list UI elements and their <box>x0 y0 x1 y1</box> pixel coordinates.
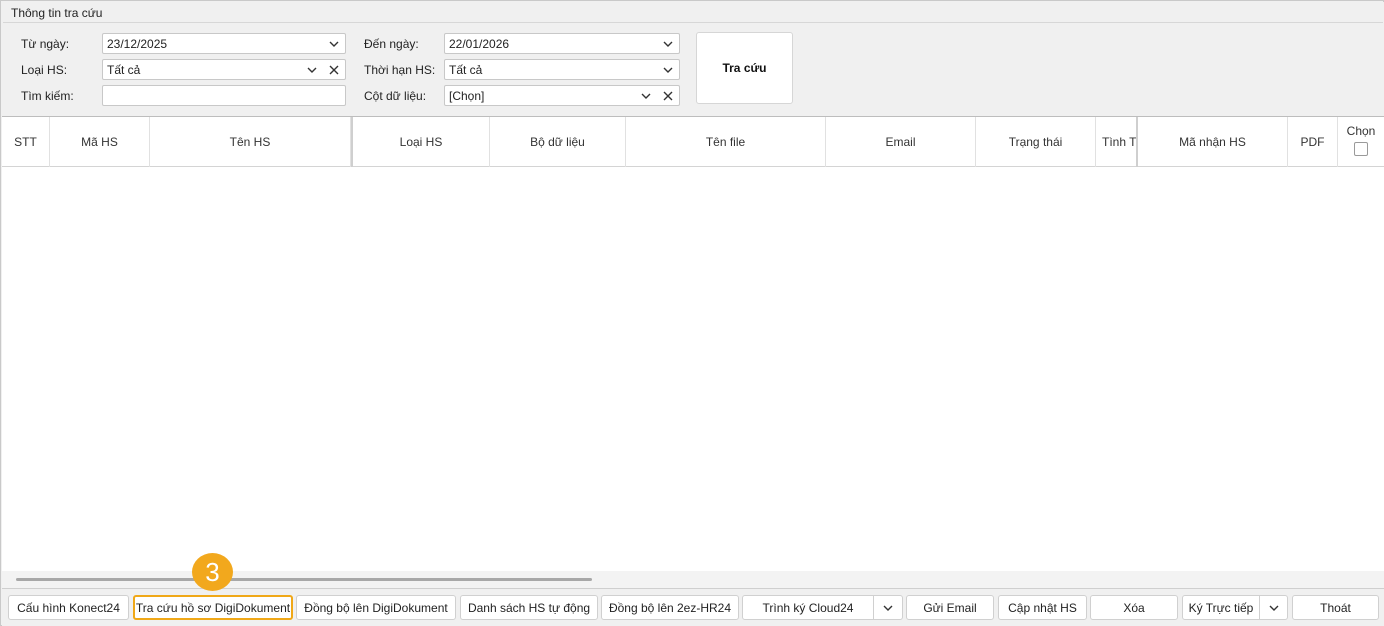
exit-button[interactable]: Thoát <box>1292 595 1379 620</box>
data-grid: STT Mã HS Tên HS Loại HS Bộ dữ liệu Tên … <box>2 117 1384 588</box>
column-header-bo-du-lieu[interactable]: Bộ dữ liệu <box>490 117 626 167</box>
from-date-value: 23/12/2025 <box>107 37 168 51</box>
select-column-label: Chọn <box>1346 124 1376 138</box>
from-date-picker[interactable]: 23/12/2025 <box>102 33 346 54</box>
step-badge: 3 <box>192 553 233 591</box>
grid-header: STT Mã HS Tên HS Loại HS Bộ dữ liệu Tên … <box>2 117 1384 167</box>
auto-list-button[interactable]: Danh sách HS tự động <box>460 595 598 620</box>
chevron-down-icon <box>883 605 893 611</box>
update-hs-button[interactable]: Cập nhật HS <box>998 595 1087 620</box>
direct-sign-button[interactable]: Ký Trực tiếp <box>1182 595 1260 620</box>
window: Thông tin tra cứu Từ ngày: 23/12/2025 Đế… <box>0 0 1384 626</box>
column-header-chon: Chọn <box>1338 117 1384 167</box>
send-email-button[interactable]: Gửi Email <box>906 595 994 620</box>
chevron-down-icon[interactable] <box>305 63 319 77</box>
close-icon[interactable] <box>661 89 675 103</box>
type-value: Tất cả <box>107 63 141 77</box>
direct-sign-dropdown[interactable] <box>1260 595 1288 620</box>
search-digidokument-button[interactable]: Tra cứu hồ sơ DigiDokument <box>133 595 293 620</box>
to-date-picker[interactable]: 22/01/2026 <box>444 33 680 54</box>
term-value: Tất cả <box>449 63 483 77</box>
term-select[interactable]: Tất cả <box>444 59 680 80</box>
konect24-config-button[interactable]: Cấu hình Konect24 <box>8 595 129 620</box>
search-button[interactable]: Tra cứu <box>696 32 793 104</box>
type-label: Loại HS: <box>21 63 68 77</box>
term-label: Thời hạn HS: <box>364 63 436 77</box>
delete-button[interactable]: Xóa <box>1090 595 1178 620</box>
chevron-down-icon[interactable] <box>639 89 653 103</box>
column-header-loai-hs[interactable]: Loại HS <box>351 117 490 167</box>
sign-cloud24-dropdown[interactable] <box>874 595 903 620</box>
bottom-toolbar: Cấu hình Konect24 Tra cứu hồ sơ DigiDoku… <box>2 588 1384 626</box>
panel-title: Thông tin tra cứu <box>11 6 103 20</box>
sync-2ez-hr24-button[interactable]: Đồng bộ lên 2ez-HR24 <box>601 595 739 620</box>
column-header-ma-hs[interactable]: Mã HS <box>50 117 150 167</box>
column-header-email[interactable]: Email <box>826 117 976 167</box>
to-date-value: 22/01/2026 <box>449 37 510 51</box>
column-select[interactable]: [Chọn] <box>444 85 680 106</box>
sign-cloud24-button[interactable]: Trình ký Cloud24 <box>742 595 874 620</box>
search-input-field[interactable] <box>102 85 346 106</box>
scrollbar-thumb[interactable] <box>16 578 592 581</box>
to-date-label: Đến ngày: <box>364 37 419 51</box>
search-label: Tìm kiếm: <box>21 89 74 103</box>
type-select[interactable]: Tất cả <box>102 59 346 80</box>
chevron-down-icon[interactable] <box>661 63 675 77</box>
sync-digidokument-button[interactable]: Đồng bộ lên DigiDokument <box>296 595 456 620</box>
select-all-checkbox[interactable] <box>1354 142 1368 156</box>
close-icon[interactable] <box>327 63 341 77</box>
search-input[interactable] <box>103 86 345 105</box>
column-header-ma-nhan-hs[interactable]: Mã nhận HS <box>1136 117 1288 167</box>
chevron-down-icon[interactable] <box>661 37 675 51</box>
chevron-down-icon <box>1269 605 1278 611</box>
from-date-label: Từ ngày: <box>21 37 70 51</box>
column-header-ten-file[interactable]: Tên file <box>626 117 826 167</box>
column-value: [Chọn] <box>449 89 485 103</box>
column-header-ten-hs[interactable]: Tên HS <box>150 117 351 167</box>
panel-divider <box>3 22 1383 23</box>
column-header-pdf[interactable]: PDF <box>1288 117 1338 167</box>
column-header-tinh-trang[interactable]: Tình Tr <box>1096 117 1138 167</box>
chevron-down-icon[interactable] <box>327 37 341 51</box>
column-header-stt[interactable]: STT <box>2 117 50 167</box>
column-label: Cột dữ liệu: <box>364 89 427 103</box>
column-header-trang-thai[interactable]: Trạng thái <box>976 117 1096 167</box>
search-panel: Thông tin tra cứu Từ ngày: 23/12/2025 Đế… <box>2 2 1384 117</box>
